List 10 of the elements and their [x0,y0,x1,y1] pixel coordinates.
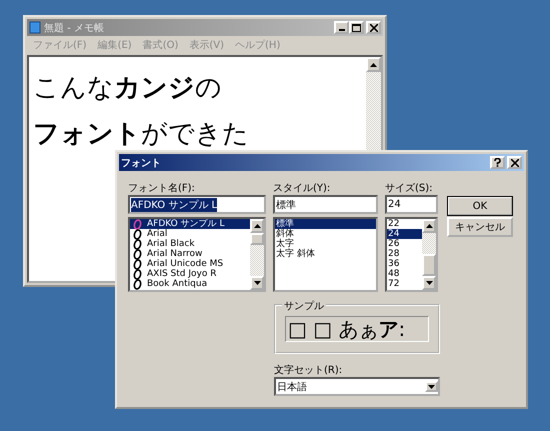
text-line: フォントができた [33,118,250,151]
sample-label: サンプル [282,299,326,313]
text-line: こんなカンジの [33,72,223,105]
window-title: 無題 - メモ帳 [44,22,104,34]
dialog-title: フォント [121,156,161,170]
charset-label: 文字セット(R): [274,364,344,376]
size-label: サイズ(S): [385,182,434,194]
sample-preview: □ □ あぁア: [285,316,429,342]
font-name-label: フォント名(F): [128,182,196,194]
style-label: スタイル(Y): [273,182,332,194]
